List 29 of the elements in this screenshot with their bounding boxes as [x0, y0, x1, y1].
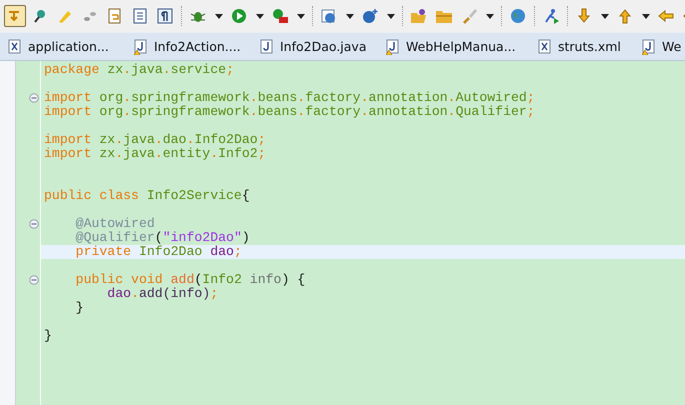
code-line: import org.springframework.beans.factory.annotation.Qualifier;: [43, 105, 535, 119]
caret-icon[interactable]: [601, 14, 609, 18]
code-line: dao.add(info);: [106, 287, 218, 301]
code-line: import zx.java.entity.Info2;: [43, 147, 266, 161]
editor-tab[interactable]: application...: [8, 38, 134, 54]
caret-icon[interactable]: [215, 14, 223, 18]
collapse-icon[interactable]: [29, 275, 39, 285]
caret-icon[interactable]: [486, 14, 494, 18]
code-line: import org.springframework.beans.factory.annotation.Autowired;: [43, 91, 535, 105]
editor-tab[interactable]: Info2Action....: [134, 38, 260, 54]
code-line: package zx.java.service;: [43, 63, 234, 77]
editor-tab[interactable]: WebHelpManua...: [386, 38, 538, 54]
editor-tab[interactable]: struts.xml: [538, 38, 642, 54]
caret-icon[interactable]: [346, 14, 354, 18]
caret-icon[interactable]: [256, 14, 264, 18]
code-line: public void add(Info2 info) {: [74, 273, 306, 287]
code-line: @Autowired: [74, 217, 155, 231]
caret-icon[interactable]: [642, 14, 650, 18]
code-line: }: [74, 301, 84, 315]
code-line: }: [43, 329, 52, 343]
code-line: @Qualifier("info2Dao"): [74, 231, 250, 245]
caret-icon[interactable]: [387, 14, 395, 18]
code-line: public class Info2Service{: [43, 189, 250, 203]
collapse-icon[interactable]: [29, 219, 39, 229]
editor-tab[interactable]: Info2Dao.java: [260, 38, 386, 54]
editor-tab[interactable]: We: [642, 38, 685, 54]
caret-icon[interactable]: [297, 14, 305, 18]
code-line: import zx.java.dao.Info2Dao;: [43, 133, 266, 147]
collapse-icon[interactable]: [29, 93, 39, 103]
